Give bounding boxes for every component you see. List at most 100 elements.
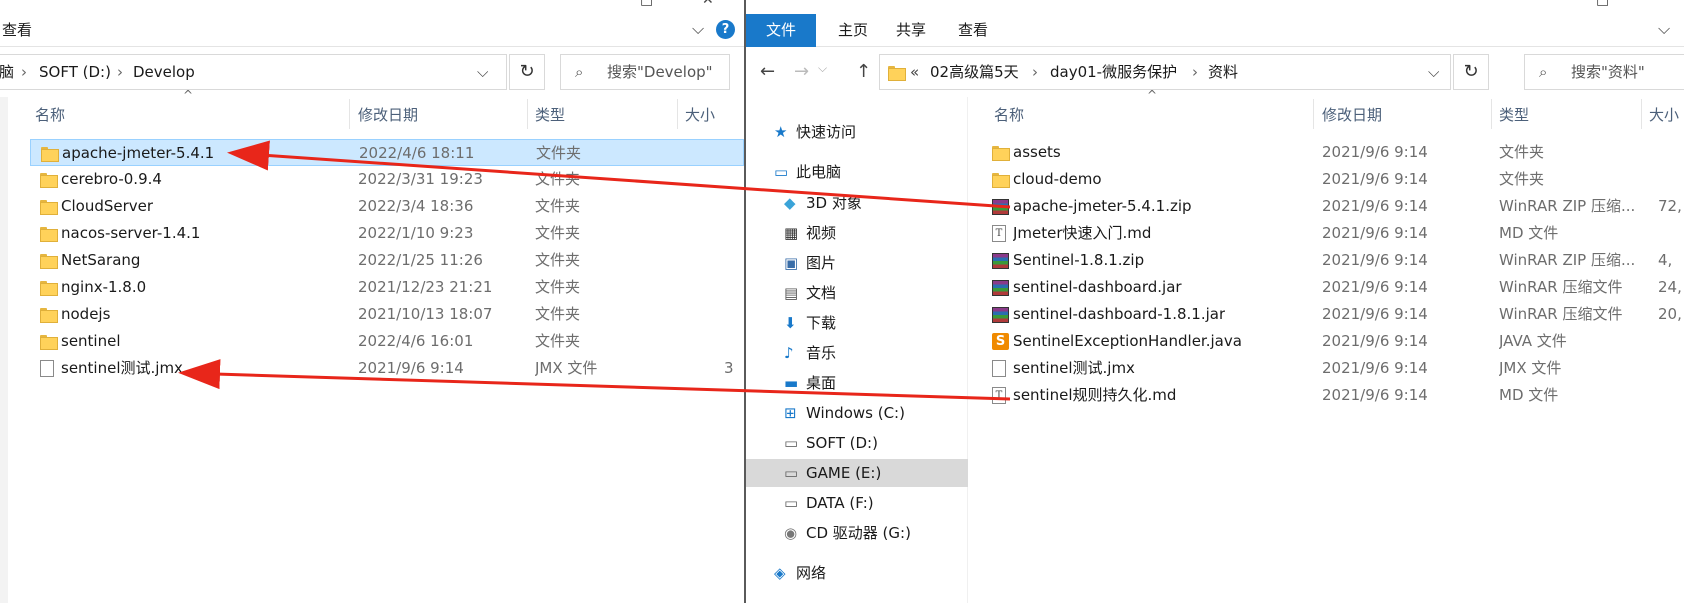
up-arrow-icon[interactable]: ↑ <box>856 61 871 82</box>
nav-item[interactable]: ▭ 此电脑 <box>774 158 966 186</box>
chevron-down-icon[interactable]: ⌵ <box>1428 55 1439 89</box>
drive-icon: ▭ <box>784 434 799 452</box>
column-separator[interactable] <box>527 99 528 129</box>
file-list-row[interactable]: NetSarang 2022/1/25 11:26 文件夹 <box>30 247 744 274</box>
breadcrumb-segment[interactable]: day01-微服务保护 <box>1050 55 1177 89</box>
row-name: Jmeter快速入门.md <box>1013 224 1152 242</box>
nav-item[interactable]: ▭ SOFT (D:) <box>784 429 966 457</box>
breadcrumb-segment[interactable]: 脑 <box>0 55 14 89</box>
chevron-down-icon[interactable]: ⌵ <box>477 55 488 89</box>
nav-item[interactable]: ▣ 图片 <box>784 249 966 277</box>
column-separator[interactable] <box>1491 99 1492 129</box>
column-separator[interactable] <box>677 99 678 129</box>
column-header-date[interactable]: 修改日期 <box>358 97 418 133</box>
column-header-size[interactable]: 大小 <box>1649 97 1679 133</box>
column-separator[interactable] <box>1641 99 1642 129</box>
column-header-name[interactable]: 名称 <box>35 97 65 133</box>
star-icon: ★ <box>774 123 788 141</box>
desktop-icon: ▬ <box>784 374 799 392</box>
nav-item[interactable]: ⊞ Windows (C:) <box>784 399 966 427</box>
column-separator[interactable] <box>349 99 350 129</box>
tab-share[interactable]: 共享 <box>882 14 940 47</box>
file-list-row[interactable]: sentinel 2022/4/6 16:01 文件夹 <box>30 328 744 355</box>
file-list-row[interactable]: apache-jmeter-5.4.1.zip 2021/9/6 9:14 WinR… <box>986 193 1684 220</box>
refresh-icon[interactable]: ↻ <box>509 54 545 90</box>
breadcrumb-overflow-icon[interactable]: « <box>910 55 919 89</box>
nav-item[interactable]: ★ 快速访问 <box>774 118 966 146</box>
nav-item[interactable]: ▬ 桌面 <box>784 369 966 397</box>
help-icon[interactable]: ? <box>716 20 735 39</box>
row-type: MD 文件 <box>1499 386 1559 404</box>
file-list-row[interactable]: cloud-demo 2021/9/6 9:14 文件夹 <box>986 166 1684 193</box>
column-header-type[interactable]: 类型 <box>535 97 565 133</box>
cd-drive-icon: ◉ <box>784 524 798 542</box>
file-list-row[interactable]: S SentinelExceptionHandler.java 2021/9/6 9… <box>986 328 1684 355</box>
row-name: SentinelExceptionHandler.java <box>1013 332 1242 350</box>
nav-item[interactable]: ▦ 视频 <box>784 219 966 247</box>
maximize-icon[interactable]: □ <box>1596 0 1609 8</box>
nav-item[interactable]: ◈ 网络 <box>774 559 966 587</box>
address-bar[interactable]: « 02高级篇5天 › day01-微服务保护 › 资料 ⌵ <box>879 54 1451 90</box>
minimize-icon[interactable]: — <box>1658 0 1672 6</box>
nav-item[interactable]: ▭ GAME (E:) <box>746 459 968 487</box>
row-name: nodejs <box>61 305 111 323</box>
file-list-row[interactable]: assets 2021/9/6 9:14 文件夹 <box>986 139 1684 166</box>
breadcrumb-segment[interactable]: 资料 <box>1208 55 1238 89</box>
file-list-row[interactable]: sentinel测试.jmx 2021/9/6 9:14 JMX 文件 <box>986 355 1684 382</box>
file-list-row[interactable]: nodejs 2021/10/13 18:07 文件夹 <box>30 301 744 328</box>
breadcrumb-separator-icon: › <box>21 63 27 81</box>
file-list-row[interactable]: nginx-1.8.0 2021/12/23 21:21 文件夹 <box>30 274 744 301</box>
back-arrow-icon[interactable]: ← <box>760 61 775 82</box>
nav-item[interactable]: ▭ DATA (F:) <box>784 489 966 517</box>
column-separator[interactable] <box>1313 99 1314 129</box>
chevron-down-icon[interactable]: ⌵ <box>818 61 827 76</box>
breadcrumb-segment[interactable]: SOFT (D:) <box>39 55 111 89</box>
search-input[interactable]: ⌕ 搜索"资料" <box>1524 54 1684 90</box>
chevron-down-icon[interactable]: ⌵ <box>1658 19 1670 39</box>
tab-view[interactable]: 查看 <box>944 14 1002 47</box>
breadcrumb-segment[interactable]: 02高级篇5天 <box>930 55 1019 89</box>
column-header-date[interactable]: 修改日期 <box>1322 97 1382 133</box>
nav-item[interactable]: ♪ 音乐 <box>784 339 966 367</box>
tab-file[interactable]: 文件 <box>746 14 817 47</box>
folder-icon <box>40 281 58 296</box>
file-list-row[interactable]: T Jmeter快速入门.md 2021/9/6 9:14 MD 文件 <box>986 220 1684 247</box>
row-date: 2022/4/6 16:01 <box>358 332 474 350</box>
folder-icon <box>992 146 1010 161</box>
tab-view[interactable]: 查看 <box>0 14 46 47</box>
tab-home[interactable]: 主页 <box>824 14 882 47</box>
nav-item[interactable]: ▤ 文档 <box>784 279 966 307</box>
row-name: NetSarang <box>61 251 141 269</box>
column-header-type[interactable]: 类型 <box>1499 97 1529 133</box>
download-icon: ⬇ <box>784 314 797 332</box>
nav-item[interactable]: ◆ 3D 对象 <box>784 189 966 217</box>
file-list-row[interactable]: nacos-server-1.4.1 2022/1/10 9:23 文件夹 <box>30 220 744 247</box>
file-list-row[interactable]: sentinel-dashboard-1.8.1.jar 2021/9/6 9:1… <box>986 301 1684 328</box>
address-bar[interactable]: 脑 › SOFT (D:) › Develop ⌵ <box>0 54 507 90</box>
file-list-row[interactable]: Sentinel-1.8.1.zip 2021/9/6 9:14 WinRAR ZI… <box>986 247 1684 274</box>
file-list-row[interactable]: sentinel测试.jmx 2021/9/6 9:14 JMX 文件 3 <box>30 355 744 382</box>
search-input[interactable]: ⌕ 搜索"Develop" <box>560 54 730 90</box>
forward-arrow-icon[interactable]: → <box>794 61 809 82</box>
chevron-down-icon[interactable]: ⌵ <box>692 19 704 39</box>
column-header-size[interactable]: 大小 <box>685 97 715 133</box>
row-date: 2021/9/6 9:14 <box>1322 197 1428 215</box>
file-list-row[interactable]: apache-jmeter-5.4.1 2022/4/6 18:11 文件夹 <box>30 139 744 166</box>
maximize-icon[interactable]: □ <box>640 0 653 8</box>
close-icon[interactable]: ✕ <box>702 0 714 8</box>
row-size: 20, <box>1658 305 1682 323</box>
row-date: 2022/3/4 18:36 <box>358 197 474 215</box>
refresh-icon[interactable]: ↻ <box>1453 54 1489 90</box>
file-list-row[interactable]: cerebro-0.9.4 2022/3/31 19:23 文件夹 <box>30 166 744 193</box>
row-name: sentinel测试.jmx <box>61 359 183 377</box>
file-list-row[interactable]: Tsentinel规则持久化.md 2021/9/6 9:14 MD 文件 <box>986 382 1684 409</box>
nav-item[interactable]: ◉ CD 驱动器 (G:) <box>784 519 966 547</box>
breadcrumb-segment[interactable]: Develop <box>133 55 195 89</box>
file-list-row[interactable]: sentinel-dashboard.jar 2021/9/6 9:14 WinRA… <box>986 274 1684 301</box>
row-name: Sentinel-1.8.1.zip <box>1013 251 1145 269</box>
file-list-row[interactable]: CloudServer 2022/3/4 18:36 文件夹 <box>30 193 744 220</box>
column-header-name[interactable]: 名称 <box>994 97 1024 133</box>
nav-item[interactable]: ⬇ 下载 <box>784 309 966 337</box>
breadcrumb-separator-icon: › <box>117 63 123 81</box>
row-type: 文件夹 <box>535 305 581 323</box>
